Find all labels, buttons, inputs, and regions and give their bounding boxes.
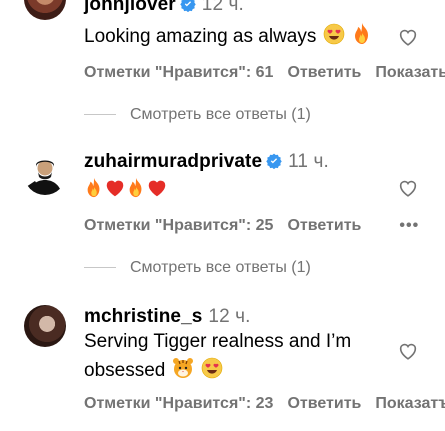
comment-time: 11 ч. bbox=[288, 151, 329, 172]
avatar[interactable] bbox=[24, 305, 66, 347]
username-text[interactable]: zuhairmuradprivate bbox=[84, 151, 262, 172]
comment-username[interactable]: johnjlover 12 ч. bbox=[84, 0, 244, 16]
fire-emoji-icon bbox=[129, 178, 142, 198]
avatar[interactable] bbox=[24, 0, 66, 20]
verified-badge-icon bbox=[266, 153, 282, 169]
verified-badge-icon bbox=[180, 0, 196, 12]
heart-eyes-emoji-icon bbox=[201, 357, 223, 379]
comment-username[interactable]: zuhairmuradprivate 11 ч. bbox=[84, 151, 329, 173]
reply-button[interactable]: Ответить bbox=[287, 395, 361, 412]
comment-username[interactable]: mchristine_s 12 ч. bbox=[84, 306, 251, 328]
comment-text bbox=[84, 177, 168, 202]
comment-actions: Отметки "Нравится": 61 Ответить Показать bbox=[84, 64, 445, 82]
like-heart-icon[interactable] bbox=[397, 26, 419, 48]
divider-line bbox=[84, 114, 116, 116]
comment-text-content: Looking amazing as always bbox=[84, 26, 317, 47]
view-replies-button[interactable]: Смотреть все ответы (1) bbox=[84, 106, 311, 124]
view-replies-label[interactable]: Смотреть все ответы (1) bbox=[130, 106, 311, 123]
avatar-image bbox=[26, 160, 62, 195]
red-heart-emoji-icon bbox=[148, 180, 166, 197]
divider-line bbox=[84, 267, 116, 269]
reply-button[interactable]: Ответить bbox=[287, 217, 361, 234]
comment-actions: Отметки "Нравится": 25 Ответить ••• bbox=[84, 217, 433, 235]
fire-emoji-icon bbox=[87, 178, 100, 198]
reply-button[interactable]: Ответить bbox=[287, 64, 361, 81]
like-count[interactable]: Отметки "Нравится": 61 bbox=[84, 64, 273, 81]
comment-text: Looking amazing as always bbox=[84, 22, 373, 49]
comment-text-line: Serving Tigger realness and I’m bbox=[84, 331, 352, 352]
comment-text-content: obsessed bbox=[84, 360, 166, 381]
tiger-face-emoji-icon bbox=[172, 358, 193, 378]
username-text[interactable]: johnjlover bbox=[84, 0, 176, 15]
view-replies-label[interactable]: Смотреть все ответы (1) bbox=[130, 259, 311, 276]
like-heart-icon[interactable] bbox=[397, 340, 419, 362]
avatar[interactable] bbox=[24, 153, 66, 195]
username-text[interactable]: mchristine_s bbox=[84, 306, 202, 327]
comment-actions: Отметки "Нравится": 23 Ответить Показатъ bbox=[84, 395, 445, 413]
show-translation-button[interactable]: Показать bbox=[375, 64, 445, 81]
show-translation-button[interactable]: Показатъ bbox=[375, 395, 445, 412]
more-options-icon[interactable]: ••• bbox=[399, 217, 419, 234]
red-heart-emoji-icon bbox=[106, 180, 124, 197]
comment-time: 12 ч. bbox=[201, 0, 244, 15]
comment-text: Serving Tigger realness and I’m obsessed bbox=[84, 330, 351, 383]
like-count[interactable]: Отметки "Нравится": 25 bbox=[84, 217, 273, 234]
like-count[interactable]: Отметки "Нравится": 23 bbox=[84, 395, 273, 412]
like-heart-icon[interactable] bbox=[397, 177, 419, 199]
comment-text-line: obsessed bbox=[84, 356, 351, 383]
heart-eyes-emoji-icon bbox=[323, 23, 344, 45]
fire-emoji-icon bbox=[354, 23, 368, 44]
view-replies-button[interactable]: Смотреть все ответы (1) bbox=[84, 259, 311, 277]
comment-time: 12 ч. bbox=[208, 306, 251, 327]
